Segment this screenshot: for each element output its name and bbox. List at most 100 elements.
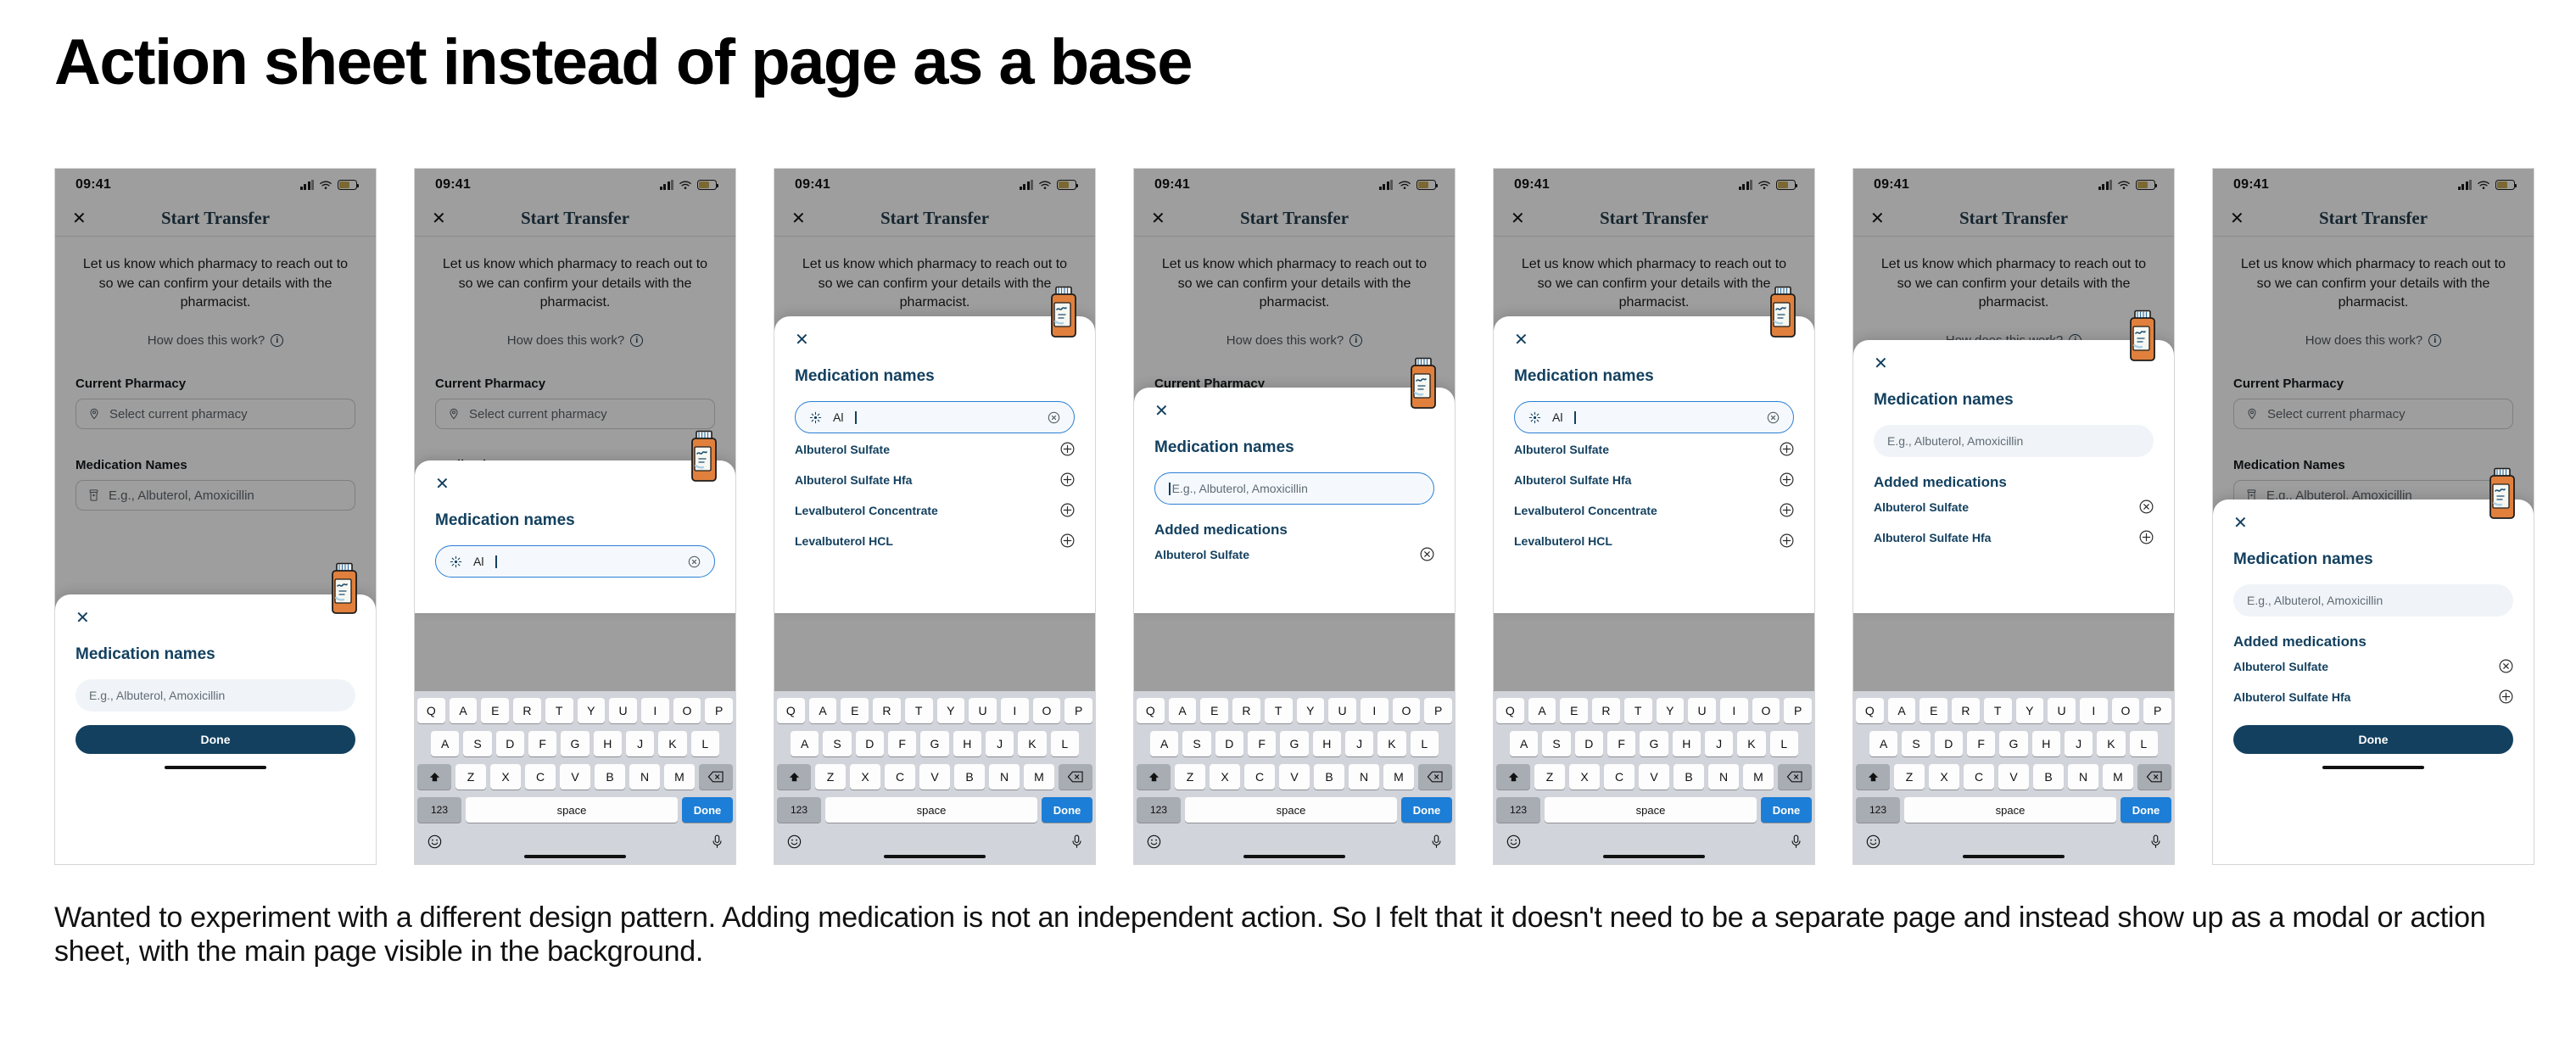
key-o[interactable]: O xyxy=(673,698,701,723)
key-d[interactable]: D xyxy=(1574,731,1603,756)
space-key[interactable]: space xyxy=(1545,797,1757,823)
key-z[interactable]: Z xyxy=(1534,764,1565,790)
done-button[interactable]: Done xyxy=(75,725,355,754)
key-g[interactable]: G xyxy=(1999,731,2028,756)
info-circle-icon[interactable]: i xyxy=(630,334,644,348)
key-p[interactable]: P xyxy=(2143,698,2172,723)
key-f[interactable]: F xyxy=(1248,731,1277,756)
key-l[interactable]: L xyxy=(1050,731,1079,756)
key-u[interactable]: U xyxy=(2048,698,2076,723)
backspace-icon[interactable] xyxy=(1067,771,1084,783)
key-e[interactable]: E xyxy=(841,698,869,723)
on-screen-keyboard[interactable]: QAERTYUIOP ASDFGHJKL ZXCVBNM 123 space D… xyxy=(415,691,735,864)
key-c[interactable]: C xyxy=(525,764,556,790)
key-o[interactable]: O xyxy=(1752,698,1780,723)
search-result-row[interactable]: Levalbuterol Concentrate xyxy=(1514,494,1794,525)
search-result-row[interactable]: Levalbuterol HCL xyxy=(795,525,1075,555)
key-n[interactable]: N xyxy=(989,764,1020,790)
key-x[interactable]: X xyxy=(1929,764,1959,790)
shift-key[interactable] xyxy=(1137,764,1171,790)
close-icon[interactable]: ✕ xyxy=(1511,210,1525,227)
key-t[interactable]: T xyxy=(1983,698,2012,723)
add-circle-icon[interactable] xyxy=(1060,503,1075,517)
emoji-smiley-icon[interactable] xyxy=(1866,834,1880,849)
added-medication-row[interactable]: Albuterol Sulfate xyxy=(1874,491,2154,522)
key-c[interactable]: C xyxy=(1604,764,1634,790)
key-a[interactable]: A xyxy=(1869,731,1898,756)
space-key[interactable]: space xyxy=(1904,797,2116,823)
add-circle-icon[interactable] xyxy=(2139,530,2154,544)
key-h[interactable]: H xyxy=(2031,731,2060,756)
key-l[interactable]: L xyxy=(1769,731,1798,756)
microphone-icon[interactable] xyxy=(712,834,723,849)
sheet-close-icon[interactable]: ✕ xyxy=(75,610,355,627)
key-a[interactable]: A xyxy=(808,698,837,723)
key-l[interactable]: L xyxy=(690,731,719,756)
key-r[interactable]: R xyxy=(1592,698,1620,723)
key-r[interactable]: R xyxy=(873,698,901,723)
key-z[interactable]: Z xyxy=(1894,764,1925,790)
key-i[interactable]: I xyxy=(1000,698,1029,723)
keyboard-done-key[interactable]: Done xyxy=(1401,797,1452,823)
search-result-row[interactable]: Albuterol Sulfate Hfa xyxy=(1514,464,1794,494)
key-f[interactable]: F xyxy=(1607,731,1636,756)
key-f[interactable]: F xyxy=(888,731,917,756)
key-k[interactable]: K xyxy=(1377,731,1406,756)
emoji-smiley-icon[interactable] xyxy=(427,834,442,849)
backspace-icon[interactable] xyxy=(2146,771,2163,783)
medication-search-input[interactable]: Al xyxy=(1514,401,1794,433)
info-circle-icon[interactable]: i xyxy=(271,334,284,348)
current-pharmacy-input[interactable]: Select current pharmacy xyxy=(2233,399,2513,430)
add-circle-icon[interactable] xyxy=(1780,533,1794,548)
on-screen-keyboard[interactable]: QAERTYUIOP ASDFGHJKL ZXCVBNM 123 space D… xyxy=(1134,691,1455,864)
remove-circle-icon[interactable] xyxy=(1420,547,1434,561)
key-v[interactable]: V xyxy=(1639,764,1669,790)
numbers-key[interactable]: 123 xyxy=(777,797,821,823)
backspace-icon[interactable] xyxy=(707,771,724,783)
key-n[interactable]: N xyxy=(1349,764,1379,790)
medication-search-input[interactable]: Al xyxy=(795,401,1075,433)
key-h[interactable]: H xyxy=(1312,731,1341,756)
key-k[interactable]: K xyxy=(2097,731,2126,756)
key-o[interactable]: O xyxy=(2111,698,2140,723)
how-does-this-work-link[interactable]: How does this work? i xyxy=(1154,333,1434,348)
numbers-key[interactable]: 123 xyxy=(1137,797,1181,823)
key-z[interactable]: Z xyxy=(455,764,486,790)
key-a[interactable]: A xyxy=(431,731,460,756)
key-j[interactable]: J xyxy=(2064,731,2093,756)
search-result-row[interactable]: Levalbuterol Concentrate xyxy=(795,494,1075,525)
key-k[interactable]: K xyxy=(1737,731,1766,756)
key-l[interactable]: L xyxy=(2129,731,2158,756)
clear-circle-icon[interactable] xyxy=(688,555,701,568)
key-s[interactable]: S xyxy=(463,731,492,756)
microphone-icon[interactable] xyxy=(1071,834,1082,849)
key-r[interactable]: R xyxy=(1952,698,1980,723)
key-d[interactable]: D xyxy=(855,731,884,756)
key-a[interactable]: A xyxy=(791,731,819,756)
key-a[interactable]: A xyxy=(1510,731,1539,756)
key-t[interactable]: T xyxy=(904,698,933,723)
key-d[interactable]: D xyxy=(495,731,524,756)
key-s[interactable]: S xyxy=(823,731,852,756)
current-pharmacy-input[interactable]: Select current pharmacy xyxy=(75,399,355,430)
how-does-this-work-link[interactable]: How does this work? i xyxy=(75,333,355,348)
space-key[interactable]: space xyxy=(825,797,1037,823)
key-j[interactable]: J xyxy=(985,731,1014,756)
key-r[interactable]: R xyxy=(1232,698,1260,723)
microphone-icon[interactable] xyxy=(1431,834,1442,849)
add-circle-icon[interactable] xyxy=(1780,472,1794,487)
close-icon[interactable]: ✕ xyxy=(791,210,806,227)
keyboard-done-key[interactable]: Done xyxy=(682,797,733,823)
shift-arrow-icon[interactable] xyxy=(428,771,441,784)
key-j[interactable]: J xyxy=(1344,731,1374,756)
key-y[interactable]: Y xyxy=(1296,698,1325,723)
key-c[interactable]: C xyxy=(885,764,915,790)
backspace-key[interactable] xyxy=(1778,764,1812,790)
key-a[interactable]: A xyxy=(1887,698,1916,723)
add-circle-icon[interactable] xyxy=(1780,503,1794,517)
added-medication-row[interactable]: Albuterol Sulfate xyxy=(2233,650,2513,681)
shift-arrow-icon[interactable] xyxy=(1867,771,1880,784)
key-p[interactable]: P xyxy=(705,698,734,723)
key-k[interactable]: K xyxy=(658,731,687,756)
key-h[interactable]: H xyxy=(593,731,622,756)
